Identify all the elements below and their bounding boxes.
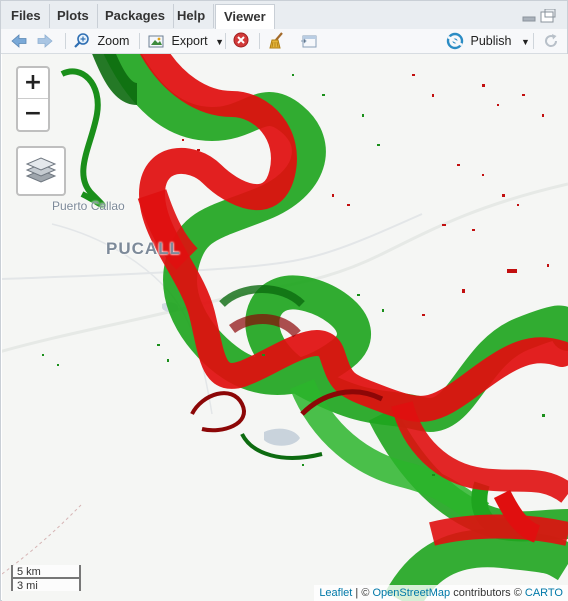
window-controls-icons — [522, 8, 556, 23]
layers-control[interactable] — [16, 146, 66, 196]
attribution-separator: | © — [352, 587, 373, 599]
show-in-new-window-button[interactable] — [299, 31, 319, 51]
leaflet-link[interactable]: Leaflet — [319, 587, 352, 599]
zoom-control: + − — [16, 66, 50, 132]
refresh-button[interactable] — [541, 31, 561, 51]
chevron-down-icon: ▼ — [215, 37, 225, 47]
place-label-puerto-callao: Puerto Callao — [52, 199, 125, 213]
toolbar-separator — [259, 33, 260, 49]
tab-help[interactable]: Help — [169, 4, 215, 28]
minimize-icon — [522, 16, 536, 22]
refresh-icon — [545, 34, 558, 47]
publish-icon — [446, 32, 464, 50]
toolbar-separator — [533, 33, 534, 49]
scale-imperial: 3 mi — [11, 577, 81, 592]
carto-link[interactable]: CARTO — [525, 587, 563, 599]
tab-packages[interactable]: Packages — [97, 4, 174, 28]
forward-arrow-icon[interactable] — [35, 31, 55, 51]
export-button[interactable]: Export ▼ — [147, 31, 224, 51]
zoom-in-button[interactable]: + — [18, 68, 48, 99]
place-label-pucallpa: PUCALL — [106, 239, 181, 258]
remove-x-icon — [233, 32, 249, 48]
lake-shape — [264, 428, 300, 446]
openstreetmap-link[interactable]: OpenStreetMap — [372, 587, 450, 599]
viewer-toolbar: Zoom Export ▼ Publish ▼ — [1, 29, 567, 54]
scale-bar: 5 km 3 mi — [11, 565, 81, 592]
new-window-icon — [301, 35, 317, 48]
border-dashed-line — [2, 503, 83, 575]
publish-label: Publish — [470, 34, 512, 48]
attribution-contributors: contributors © — [450, 587, 525, 599]
zoom-out-button[interactable]: − — [18, 99, 48, 129]
zoom-button[interactable]: Zoom — [73, 31, 129, 51]
tab-files[interactable]: Files — [3, 4, 50, 28]
leaflet-map[interactable]: Puerto Callao PUCALL + − 5 km 3 mi Leafl… — [2, 54, 568, 601]
map-attribution: Leaflet | © OpenStreetMap contributors ©… — [314, 585, 568, 601]
broom-icon — [269, 32, 283, 49]
toolbar-separator — [139, 33, 140, 49]
export-label: Export — [171, 34, 208, 48]
export-image-icon — [148, 35, 164, 48]
viewer-pane: Files Plots Packages Help Viewer Zoom Ex… — [0, 0, 568, 601]
tab-plots[interactable]: Plots — [49, 4, 98, 28]
layers-icon — [25, 157, 57, 183]
back-arrow-icon[interactable] — [9, 31, 29, 51]
toolbar-separator — [225, 33, 226, 49]
tab-viewer[interactable]: Viewer — [215, 4, 275, 30]
window-controls — [521, 8, 557, 23]
toolbar-separator — [65, 33, 66, 49]
map-canvas — [2, 54, 568, 601]
chevron-down-icon: ▼ — [520, 37, 530, 47]
clear-all-button[interactable] — [267, 31, 287, 51]
remove-viewer-button[interactable] — [232, 31, 250, 51]
zoom-magnifier-icon — [74, 33, 89, 48]
zoom-label: Zoom — [97, 34, 130, 48]
tab-bar: Files Plots Packages Help Viewer — [1, 1, 567, 30]
publish-button[interactable]: Publish ▼ — [445, 31, 530, 51]
